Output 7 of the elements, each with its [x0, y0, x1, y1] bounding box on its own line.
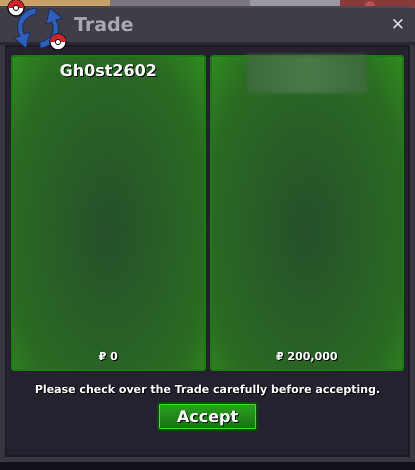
window-title: Trade	[74, 14, 135, 36]
trader-name: Gh0st2602	[60, 61, 157, 80]
accept-button[interactable]: Accept	[157, 402, 258, 431]
close-button[interactable]: ✕	[388, 15, 407, 35]
notice-text: Please check over the Trade carefully before accepting.	[34, 383, 382, 396]
money-amount: ₽ 200,000	[276, 350, 338, 363]
money-amount: ₽ 0	[98, 350, 118, 363]
